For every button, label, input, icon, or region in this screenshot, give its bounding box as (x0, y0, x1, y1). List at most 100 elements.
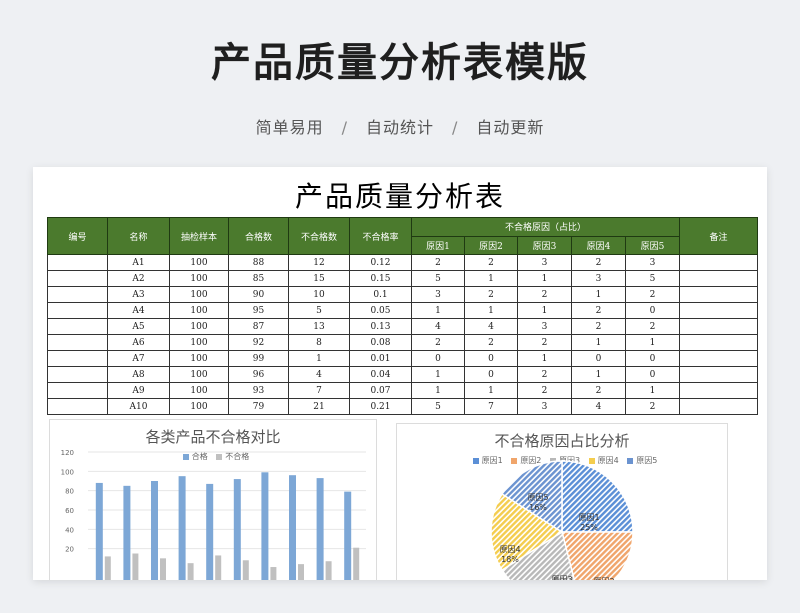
cell-reason[interactable]: 4 (411, 318, 465, 335)
cell-reason[interactable]: 2 (624, 286, 681, 303)
cell-reason[interactable]: 2 (571, 318, 626, 335)
cell-remark[interactable] (679, 302, 759, 319)
cell-rate[interactable]: 0.21 (349, 398, 412, 415)
cell-id[interactable] (47, 286, 108, 303)
cell-name[interactable]: A7 (107, 350, 170, 367)
cell-reason[interactable]: 2 (624, 398, 681, 415)
cell-rate[interactable]: 0.12 (349, 254, 412, 271)
cell-rate[interactable]: 0.07 (349, 382, 412, 399)
cell-sample[interactable]: 100 (169, 350, 229, 367)
cell-remark[interactable] (679, 270, 759, 287)
cell-reason[interactable]: 5 (411, 398, 465, 415)
cell-remark[interactable] (679, 350, 759, 367)
cell-id[interactable] (47, 366, 108, 383)
cell-reason[interactable]: 1 (464, 302, 518, 319)
cell-fail[interactable]: 10 (288, 286, 350, 303)
cell-reason[interactable]: 4 (464, 318, 518, 335)
cell-reason[interactable]: 2 (571, 382, 626, 399)
cell-remark[interactable] (679, 254, 759, 271)
cell-reason[interactable]: 1 (411, 382, 465, 399)
cell-rate[interactable]: 0.01 (349, 350, 412, 367)
cell-reason[interactable]: 2 (464, 286, 518, 303)
cell-pass[interactable]: 79 (228, 398, 289, 415)
cell-fail[interactable]: 8 (288, 334, 350, 351)
cell-pass[interactable]: 95 (228, 302, 289, 319)
cell-fail[interactable]: 7 (288, 382, 350, 399)
cell-remark[interactable] (679, 366, 759, 383)
cell-reason[interactable]: 1 (411, 366, 465, 383)
cell-name[interactable]: A6 (107, 334, 170, 351)
cell-reason[interactable]: 1 (624, 382, 681, 399)
cell-rate[interactable]: 0.13 (349, 318, 412, 335)
cell-remark[interactable] (679, 286, 759, 303)
cell-reason[interactable]: 1 (411, 302, 465, 319)
cell-pass[interactable]: 92 (228, 334, 289, 351)
cell-reason[interactable]: 2 (624, 318, 681, 335)
cell-pass[interactable]: 90 (228, 286, 289, 303)
cell-sample[interactable]: 100 (169, 270, 229, 287)
cell-fail[interactable]: 1 (288, 350, 350, 367)
cell-rate[interactable]: 0.15 (349, 270, 412, 287)
cell-remark[interactable] (679, 398, 759, 415)
cell-reason[interactable]: 1 (571, 286, 626, 303)
cell-rate[interactable]: 0.04 (349, 366, 412, 383)
cell-reason[interactable]: 1 (517, 270, 572, 287)
cell-reason[interactable]: 2 (464, 254, 518, 271)
cell-reason[interactable]: 3 (411, 286, 465, 303)
cell-reason[interactable]: 2 (517, 286, 572, 303)
cell-id[interactable] (47, 254, 108, 271)
cell-rate[interactable]: 0.1 (349, 286, 412, 303)
cell-id[interactable] (47, 334, 108, 351)
cell-reason[interactable]: 1 (517, 350, 572, 367)
cell-reason[interactable]: 1 (571, 334, 626, 351)
cell-id[interactable] (47, 350, 108, 367)
cell-remark[interactable] (679, 382, 759, 399)
cell-reason[interactable]: 3 (624, 254, 681, 271)
cell-pass[interactable]: 85 (228, 270, 289, 287)
cell-reason[interactable]: 5 (411, 270, 465, 287)
cell-pass[interactable]: 87 (228, 318, 289, 335)
cell-reason[interactable]: 3 (517, 398, 572, 415)
cell-name[interactable]: A3 (107, 286, 170, 303)
cell-reason[interactable]: 2 (411, 254, 465, 271)
cell-sample[interactable]: 100 (169, 382, 229, 399)
cell-id[interactable] (47, 398, 108, 415)
cell-name[interactable]: A5 (107, 318, 170, 335)
cell-reason[interactable]: 2 (571, 254, 626, 271)
cell-name[interactable]: A9 (107, 382, 170, 399)
cell-reason[interactable]: 0 (624, 302, 681, 319)
cell-id[interactable] (47, 318, 108, 335)
cell-fail[interactable]: 12 (288, 254, 350, 271)
cell-reason[interactable]: 1 (517, 302, 572, 319)
cell-reason[interactable]: 2 (517, 382, 572, 399)
cell-id[interactable] (47, 382, 108, 399)
cell-sample[interactable]: 100 (169, 318, 229, 335)
cell-name[interactable]: A1 (107, 254, 170, 271)
cell-id[interactable] (47, 270, 108, 287)
cell-reason[interactable]: 0 (624, 366, 681, 383)
cell-sample[interactable]: 100 (169, 254, 229, 271)
cell-reason[interactable]: 1 (571, 366, 626, 383)
cell-remark[interactable] (679, 318, 759, 335)
cell-sample[interactable]: 100 (169, 398, 229, 415)
cell-name[interactable]: A10 (107, 398, 170, 415)
cell-reason[interactable]: 3 (571, 270, 626, 287)
cell-name[interactable]: A2 (107, 270, 170, 287)
cell-reason[interactable]: 1 (464, 270, 518, 287)
cell-fail[interactable]: 4 (288, 366, 350, 383)
cell-reason[interactable]: 5 (624, 270, 681, 287)
cell-rate[interactable]: 0.08 (349, 334, 412, 351)
cell-fail[interactable]: 15 (288, 270, 350, 287)
cell-reason[interactable]: 0 (464, 366, 518, 383)
cell-fail[interactable]: 21 (288, 398, 350, 415)
cell-pass[interactable]: 93 (228, 382, 289, 399)
cell-reason[interactable]: 2 (464, 334, 518, 351)
cell-reason[interactable]: 3 (517, 318, 572, 335)
cell-reason[interactable]: 7 (464, 398, 518, 415)
cell-reason[interactable]: 4 (571, 398, 626, 415)
cell-reason[interactable]: 0 (464, 350, 518, 367)
cell-sample[interactable]: 100 (169, 302, 229, 319)
cell-fail[interactable]: 13 (288, 318, 350, 335)
cell-reason[interactable]: 0 (571, 350, 626, 367)
cell-reason[interactable]: 2 (517, 334, 572, 351)
